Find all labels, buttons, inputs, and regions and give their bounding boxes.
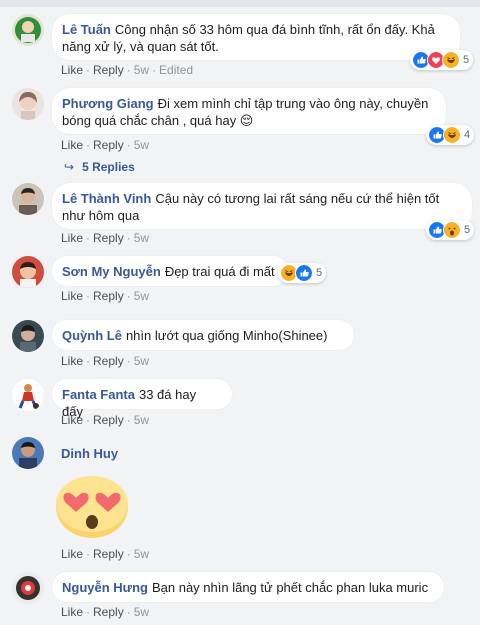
like-link[interactable]: Like xyxy=(61,231,83,245)
comment-actions: Like · Reply · 5w xyxy=(61,138,150,152)
comment-bubble: Sơn My Nguyễn Đẹp trai quá đi mất xyxy=(52,256,288,286)
reply-link[interactable]: Reply xyxy=(93,289,124,303)
reply-arrow-icon: ↪ xyxy=(64,160,75,174)
comment-actions: Like · Reply · 5w xyxy=(61,354,150,368)
comment-actions: Like · Reply · 5w xyxy=(61,547,150,561)
comment-bubble: Quỳnh Lê nhìn lướt qua giống Minho(Shinee… xyxy=(52,320,354,350)
avatar[interactable] xyxy=(12,183,44,215)
avatar[interactable] xyxy=(12,379,44,411)
avatar[interactable] xyxy=(12,256,44,288)
reply-link[interactable]: Reply xyxy=(93,63,124,77)
comment-text: nhìn lướt qua giống Minho(Shinee) xyxy=(125,328,328,343)
heart-eyes-emoji-icon xyxy=(56,476,128,538)
replies-count-label[interactable]: 5 Replies xyxy=(82,160,135,174)
reply-link[interactable]: Reply xyxy=(93,605,124,619)
reply-link[interactable]: Reply xyxy=(93,547,124,561)
comment-text: Công nhận số 33 hôm qua đá bình tĩnh, rấ… xyxy=(62,22,435,54)
timestamp[interactable]: 5w xyxy=(134,354,149,368)
reaction-count: 5 xyxy=(463,54,470,66)
comment-author[interactable]: Phương Giang xyxy=(62,96,154,111)
like-link[interactable]: Like xyxy=(61,63,83,77)
haha-icon xyxy=(442,51,460,69)
edited-label[interactable]: Edited xyxy=(159,63,193,77)
avatar[interactable] xyxy=(12,88,44,120)
reaction-summary[interactable]: 5 xyxy=(278,263,327,283)
timestamp[interactable]: 5w xyxy=(134,547,149,561)
comment-actions: Like · Reply · 5w xyxy=(61,289,150,303)
view-replies-link[interactable]: ↪ 5 Replies xyxy=(64,160,135,174)
comment-author[interactable]: Quỳnh Lê xyxy=(62,328,122,343)
avatar[interactable] xyxy=(12,572,44,604)
avatar[interactable] xyxy=(12,320,44,352)
reply-link[interactable]: Reply xyxy=(93,138,124,152)
avatar[interactable] xyxy=(12,14,44,46)
comment-author[interactable]: Nguyễn Hưng xyxy=(62,580,148,595)
comment-bubble: Fanta Fanta 33 đá hay đấy xyxy=(52,379,232,419)
haha-icon xyxy=(443,126,461,144)
timestamp[interactable]: 5w xyxy=(134,605,149,619)
reaction-summary[interactable]: 4 xyxy=(426,125,475,145)
reaction-summary[interactable]: 5 xyxy=(426,220,475,240)
like-link[interactable]: Like xyxy=(61,138,83,152)
comment-actions: Like · Reply · 5w xyxy=(61,605,150,619)
like-link[interactable]: Like xyxy=(61,413,83,427)
comment-actions: Like · Reply · 5w · Edited xyxy=(61,63,194,77)
timestamp[interactable]: 5w xyxy=(134,138,149,152)
avatar[interactable] xyxy=(12,437,44,469)
reply-link[interactable]: Reply xyxy=(93,354,124,368)
reply-link[interactable]: Reply xyxy=(93,413,124,427)
like-icon xyxy=(295,264,313,282)
timestamp[interactable]: 5w xyxy=(134,231,149,245)
comment-author[interactable]: Lê Thành Vinh xyxy=(62,191,151,206)
reply-link[interactable]: Reply xyxy=(93,231,124,245)
comment-bubble: Nguyễn Hưng Bạn này nhìn lãng tử phết chắ… xyxy=(52,572,444,602)
comment-author[interactable]: Dinh Huy xyxy=(61,446,118,461)
timestamp[interactable]: 5w xyxy=(134,63,149,77)
like-link[interactable]: Like xyxy=(61,547,83,561)
reaction-count: 5 xyxy=(316,267,323,279)
comment-text: Đẹp trai quá đi mất xyxy=(164,264,275,279)
reaction-count: 4 xyxy=(464,129,471,141)
comment-actions: Like · Reply · 5w xyxy=(61,413,150,427)
comment-text: Bạn này nhìn lãng tử phết chắc phan luka… xyxy=(151,580,429,595)
comment-author[interactable]: Sơn My Nguyễn xyxy=(62,264,161,279)
comment-bubble: Phương Giang Đi xem mình chỉ tập trung và… xyxy=(52,88,446,134)
timestamp[interactable]: 5w xyxy=(134,413,149,427)
previous-comment-edge xyxy=(0,0,480,7)
comment-author[interactable]: Lê Tuấn xyxy=(62,22,111,37)
reaction-summary[interactable]: 5 xyxy=(410,50,474,70)
comment-author[interactable]: Fanta Fanta xyxy=(62,387,135,402)
like-link[interactable]: Like xyxy=(61,605,83,619)
comment-bubble: Lê Thành Vinh Cậu này có tương lai rất sá… xyxy=(52,183,472,229)
reaction-count: 5 xyxy=(464,224,471,236)
timestamp[interactable]: 5w xyxy=(134,289,149,303)
comment-bubble: Lê Tuấn Công nhận số 33 hôm qua đá bình t… xyxy=(52,14,460,60)
like-link[interactable]: Like xyxy=(61,354,83,368)
wow-icon xyxy=(443,221,461,239)
comment-actions: Like · Reply · 5w xyxy=(61,231,150,245)
like-link[interactable]: Like xyxy=(61,289,83,303)
